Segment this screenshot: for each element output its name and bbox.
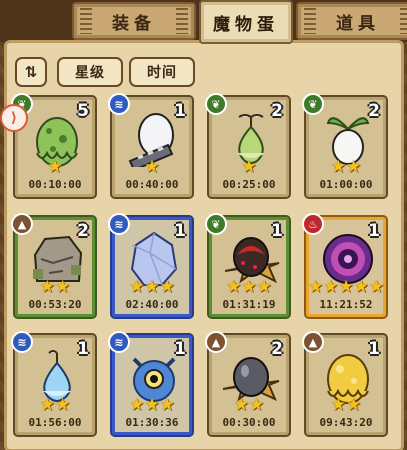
tab-equipment-label: 装备	[112, 13, 156, 34]
hatch-time: 09:43:20	[319, 416, 373, 429]
star-rating: ★★★	[226, 277, 272, 297]
hatch-time: 00:53:20	[28, 298, 82, 311]
grass-element-icon: ❦	[302, 93, 324, 115]
grass-element-icon: ❦	[205, 93, 227, 115]
egg-count: 1	[271, 221, 283, 241]
tab-monster-eggs[interactable]: 魔物蛋	[199, 0, 293, 44]
egg-count: 1	[368, 221, 380, 241]
star-rating: ★★★★★	[307, 277, 385, 297]
egg-inventory-screen: 装备 魔物蛋 道具 ⇅ 星级 时间 ❦ 5 ★ 00:10:00 ≋ 1 ★ 00:40:00…	[0, 0, 407, 450]
egg-slot[interactable]: ▲ 2 ★★ 00:53:20	[11, 213, 97, 319]
grass-element-icon: ❦	[205, 213, 227, 235]
hatch-time: 01:31:19	[222, 298, 276, 311]
egg-count: 5	[77, 101, 89, 121]
hatch-time: 00:30:00	[222, 416, 276, 429]
egg-count: 2	[271, 101, 283, 121]
star-filter-button[interactable]: 星级	[57, 57, 123, 87]
time-filter-label: 时间	[147, 65, 177, 81]
tab-monster-eggs-label: 魔物蛋	[213, 14, 279, 35]
tab-items[interactable]: 道具	[296, 2, 407, 40]
egg-count: 1	[77, 339, 89, 359]
star-filter-label: 星级	[75, 65, 105, 81]
hatch-time: 01:56:00	[28, 416, 82, 429]
hatch-time: 01:00:00	[319, 178, 373, 191]
water-element-icon: ≋	[108, 93, 130, 115]
egg-count: 2	[368, 101, 380, 121]
star-rating: ★	[241, 157, 257, 177]
hatch-time: 02:40:00	[125, 298, 179, 311]
water-element-icon: ≋	[108, 213, 130, 235]
earth-element-icon: ▲	[302, 331, 324, 353]
time-filter-button[interactable]: 时间	[129, 57, 195, 87]
hatch-time: 00:25:00	[222, 178, 276, 191]
star-rating: ★★★	[129, 395, 175, 415]
earth-element-icon: ▲	[205, 331, 227, 353]
egg-slot[interactable]: ❦ 1 ★★★ 01:31:19	[205, 213, 291, 319]
earth-element-icon: ▲	[11, 213, 33, 235]
tab-items-label: 道具	[336, 13, 380, 34]
egg-panel: ⇅ 星级 时间 ❦ 5 ★ 00:10:00 ≋ 1 ★ 00:40:00 ❦ 2 ★ 00:25:0…	[4, 40, 404, 450]
egg-count: 1	[174, 221, 186, 241]
star-rating: ★★	[330, 395, 362, 415]
egg-count: 1	[174, 339, 186, 359]
egg-count: 1	[368, 339, 380, 359]
star-rating: ★★	[233, 395, 265, 415]
egg-slot[interactable]: ≋ 1 ★★★ 01:30:36	[108, 331, 194, 437]
tab-equipment[interactable]: 装备	[72, 2, 196, 40]
hatch-time: 11:21:52	[319, 298, 373, 311]
egg-count: 2	[271, 339, 283, 359]
egg-slot[interactable]: ≋ 1 ★ 00:40:00	[108, 93, 194, 199]
star-rating: ★	[47, 157, 63, 177]
star-rating: ★★	[39, 395, 71, 415]
star-rating: ★★	[330, 157, 362, 177]
hatch-time: 01:30:36	[125, 416, 179, 429]
egg-slot[interactable]: ≋ 1 ★★★ 02:40:00	[108, 213, 194, 319]
new-indicator-icon[interactable]: ⟩	[0, 104, 28, 132]
egg-slot[interactable]: ♨ 1 ★★★★★ 11:21:52	[302, 213, 388, 319]
star-rating: ★★	[39, 277, 71, 297]
sort-button[interactable]: ⇅	[15, 57, 47, 87]
star-rating: ★	[144, 157, 160, 177]
water-element-icon: ≋	[108, 331, 130, 353]
egg-count: 2	[77, 221, 89, 241]
egg-count: 1	[174, 101, 186, 121]
egg-slot[interactable]: ▲ 1 ★★ 09:43:20	[302, 331, 388, 437]
sort-icon: ⇅	[24, 63, 38, 81]
fire-element-icon: ♨	[302, 213, 324, 235]
egg-slot[interactable]: ≋ 1 ★★ 01:56:00	[11, 331, 97, 437]
hatch-time: 00:10:00	[28, 178, 82, 191]
star-rating: ★★★	[129, 277, 175, 297]
hatch-time: 00:40:00	[125, 178, 179, 191]
egg-slot[interactable]: ❦ 2 ★★ 01:00:00	[302, 93, 388, 199]
egg-slot[interactable]: ▲ 2 ★★ 00:30:00	[205, 331, 291, 437]
tab-bar: 装备 魔物蛋 道具	[0, 0, 407, 44]
egg-slot[interactable]: ❦ 2 ★ 00:25:00	[205, 93, 291, 199]
water-element-icon: ≋	[11, 331, 33, 353]
